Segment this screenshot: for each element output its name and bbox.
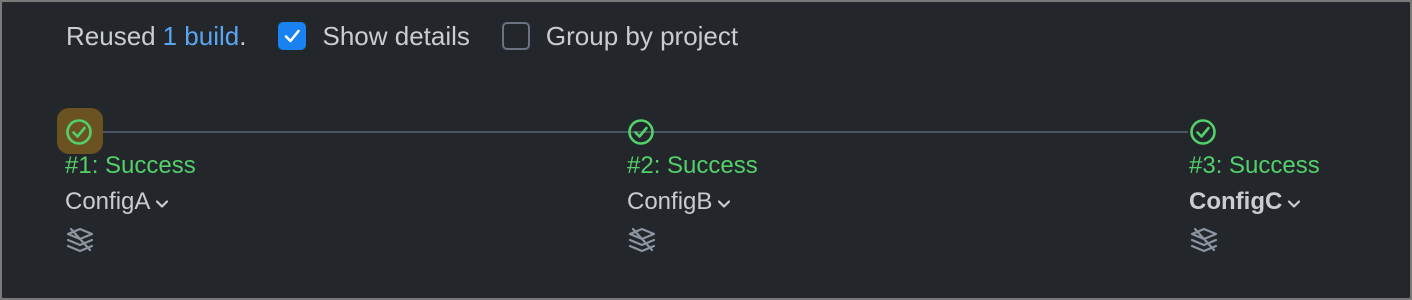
build-timeline: #1: Success ConfigA #2: Success ConfigB — [0, 0, 1412, 300]
layers-icon[interactable] — [627, 226, 657, 254]
check-circle-icon[interactable] — [1189, 118, 1217, 146]
layers-icon[interactable] — [65, 226, 95, 254]
config-name: ConfigB — [627, 188, 713, 215]
chevron-down-icon — [1288, 199, 1301, 208]
layers-icon[interactable] — [1189, 226, 1219, 254]
build-status-title[interactable]: #1: Success — [65, 152, 196, 180]
config-dropdown[interactable]: ConfigC — [1189, 188, 1301, 216]
chevron-down-icon — [718, 199, 731, 208]
check-circle-icon[interactable] — [65, 118, 93, 146]
config-name: ConfigA — [65, 188, 151, 215]
config-dropdown[interactable]: ConfigB — [627, 188, 731, 216]
build-status-title[interactable]: #2: Success — [627, 152, 758, 180]
config-dropdown[interactable]: ConfigA — [65, 188, 169, 216]
config-name: ConfigC — [1189, 188, 1283, 215]
build-status-title[interactable]: #3: Success — [1189, 152, 1320, 180]
check-circle-icon[interactable] — [627, 118, 655, 146]
chevron-down-icon — [156, 199, 169, 208]
